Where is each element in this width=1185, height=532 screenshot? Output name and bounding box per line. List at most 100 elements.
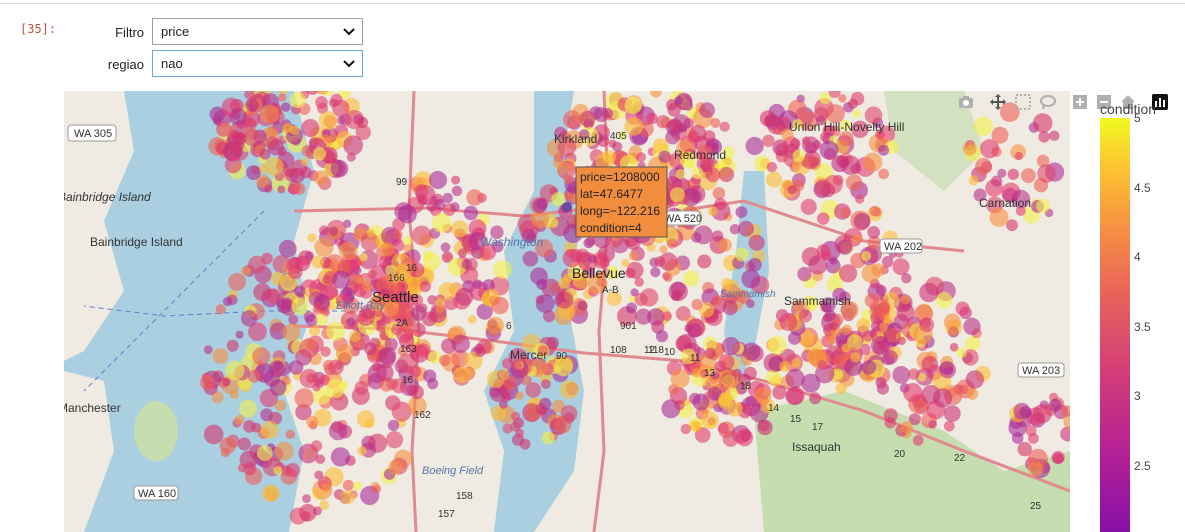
house-point[interactable] xyxy=(330,159,349,178)
house-point[interactable] xyxy=(525,382,541,398)
house-point[interactable] xyxy=(721,374,736,388)
house-point[interactable] xyxy=(278,93,287,102)
house-point[interactable] xyxy=(919,282,939,303)
house-point[interactable] xyxy=(588,254,597,264)
house-point[interactable] xyxy=(410,385,424,400)
house-point[interactable] xyxy=(871,263,885,277)
house-point[interactable] xyxy=(602,107,613,119)
house-point[interactable] xyxy=(624,96,642,114)
house-point[interactable] xyxy=(680,423,691,435)
house-point[interactable] xyxy=(841,343,851,353)
house-point[interactable] xyxy=(288,314,299,325)
house-point[interactable] xyxy=(853,213,871,230)
house-point[interactable] xyxy=(635,308,652,325)
house-point[interactable] xyxy=(707,206,718,216)
house-point[interactable] xyxy=(674,96,684,106)
house-point[interactable] xyxy=(1032,113,1053,133)
house-point[interactable] xyxy=(522,250,539,267)
house-point[interactable] xyxy=(682,270,700,287)
house-point[interactable] xyxy=(766,162,778,173)
house-point[interactable] xyxy=(273,466,283,475)
house-point[interactable] xyxy=(200,375,216,391)
house-point[interactable] xyxy=(468,315,477,324)
house-point[interactable] xyxy=(875,284,887,296)
house-point[interactable] xyxy=(892,258,910,276)
house-point[interactable] xyxy=(343,135,363,156)
house-point[interactable] xyxy=(762,134,775,147)
house-point[interactable] xyxy=(260,408,273,422)
house-point[interactable] xyxy=(274,441,294,461)
house-point[interactable] xyxy=(878,168,889,180)
house-point[interactable] xyxy=(426,202,437,212)
house-point[interactable] xyxy=(739,429,752,442)
house-point[interactable] xyxy=(320,346,331,357)
house-point[interactable] xyxy=(691,367,702,378)
house-point[interactable] xyxy=(548,217,559,228)
house-point[interactable] xyxy=(722,430,739,447)
house-point[interactable] xyxy=(669,187,685,203)
house-point[interactable] xyxy=(932,388,953,408)
house-point[interactable] xyxy=(839,264,858,283)
map-plot[interactable]: WA 305 Bainbridge Island Bainbridge Isla… xyxy=(64,91,1070,532)
house-point[interactable] xyxy=(272,361,283,372)
house-point[interactable] xyxy=(701,411,719,429)
house-point[interactable] xyxy=(416,343,431,358)
house-point[interactable] xyxy=(226,339,239,352)
house-point[interactable] xyxy=(650,267,661,278)
house-point[interactable] xyxy=(307,233,317,243)
house-point[interactable] xyxy=(869,205,881,217)
house-point[interactable] xyxy=(766,171,782,188)
house-point[interactable] xyxy=(968,175,979,186)
house-point[interactable] xyxy=(745,136,764,156)
house-point[interactable] xyxy=(947,325,959,336)
house-point[interactable] xyxy=(721,337,741,356)
house-point[interactable] xyxy=(735,206,748,218)
house-point[interactable] xyxy=(366,229,376,238)
house-point[interactable] xyxy=(662,311,672,322)
house-point[interactable] xyxy=(699,102,715,118)
house-point[interactable] xyxy=(710,118,721,128)
house-point[interactable] xyxy=(212,348,229,364)
house-point[interactable] xyxy=(873,340,887,355)
house-point[interactable] xyxy=(450,202,460,212)
house-point[interactable] xyxy=(281,123,293,134)
house-point[interactable] xyxy=(801,373,821,393)
house-point[interactable] xyxy=(356,410,375,428)
house-point[interactable] xyxy=(252,347,271,366)
house-point[interactable] xyxy=(339,241,358,261)
house-point[interactable] xyxy=(264,157,284,176)
house-point[interactable] xyxy=(451,175,461,185)
house-point[interactable] xyxy=(313,301,322,311)
house-point[interactable] xyxy=(962,141,977,156)
house-point[interactable] xyxy=(966,388,979,400)
house-point[interactable] xyxy=(1055,454,1064,463)
house-point[interactable] xyxy=(440,242,451,253)
house-point[interactable] xyxy=(625,267,636,279)
house-point[interactable] xyxy=(712,187,726,200)
house-point[interactable] xyxy=(798,309,813,323)
house-point[interactable] xyxy=(386,431,404,449)
house-point[interactable] xyxy=(229,108,247,126)
house-point[interactable] xyxy=(687,130,700,143)
house-point[interactable] xyxy=(253,283,272,302)
house-point[interactable] xyxy=(808,255,828,275)
house-point[interactable] xyxy=(875,377,887,389)
house-point[interactable] xyxy=(861,250,872,262)
house-point[interactable] xyxy=(299,338,319,358)
house-point[interactable] xyxy=(563,174,573,185)
house-point[interactable] xyxy=(378,346,397,365)
house-point[interactable] xyxy=(240,310,258,327)
house-point[interactable] xyxy=(364,342,377,356)
house-point[interactable] xyxy=(515,428,524,438)
house-point[interactable] xyxy=(560,405,578,422)
house-point[interactable] xyxy=(563,110,582,129)
house-point[interactable] xyxy=(349,330,361,343)
house-point[interactable] xyxy=(748,234,765,251)
house-point[interactable] xyxy=(455,287,474,306)
house-point[interactable] xyxy=(1011,432,1024,444)
house-point[interactable] xyxy=(398,204,417,224)
house-point[interactable] xyxy=(228,272,246,291)
house-point[interactable] xyxy=(837,239,853,255)
filtro-dropdown[interactable]: price xyxy=(152,18,363,45)
house-point[interactable] xyxy=(246,165,261,180)
